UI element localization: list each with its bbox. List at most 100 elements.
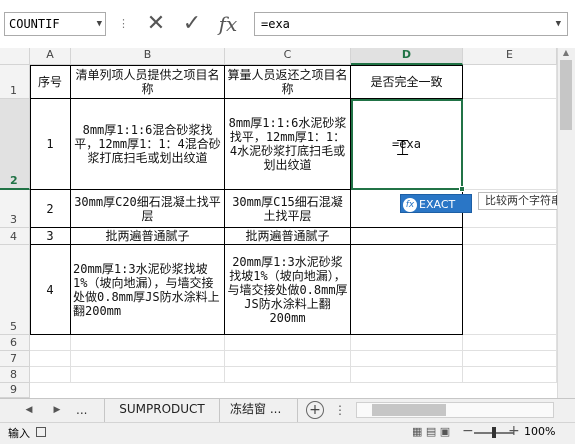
cell-c5[interactable]: 20mm厚1:3水泥砂浆找坡1%（坡向地漏），与墙交接处做0.8mm厚JS防水涂… bbox=[225, 245, 351, 335]
zoom-in-icon[interactable]: + bbox=[508, 423, 520, 439]
add-sheet-button[interactable]: + bbox=[306, 401, 324, 419]
tab-more-left[interactable]: ... bbox=[76, 398, 100, 422]
sheet-tab-sumproduct[interactable]: SUMPRODUCT bbox=[104, 398, 220, 422]
fill-handle[interactable] bbox=[459, 186, 465, 192]
row-header-9[interactable]: 9 bbox=[0, 383, 30, 398]
zoom-level[interactable]: 100% bbox=[524, 425, 555, 438]
row-header-5[interactable]: 5 bbox=[0, 245, 30, 335]
function-icon: fx bbox=[403, 198, 417, 212]
autocomplete-suggestion[interactable]: fx EXACT bbox=[400, 194, 472, 213]
header-cell-index[interactable]: 序号 bbox=[30, 65, 71, 99]
return-item-text: 30mm厚C15细石混凝土找平层 bbox=[232, 194, 343, 223]
scroll-up-icon[interactable]: ▲ bbox=[560, 48, 572, 58]
cell-a6[interactable] bbox=[30, 335, 71, 351]
cell-b6[interactable] bbox=[71, 335, 225, 351]
vertical-scroll-thumb[interactable] bbox=[560, 60, 572, 130]
cancel-entry-button[interactable]: ✕ bbox=[142, 10, 170, 38]
cell-d4[interactable] bbox=[351, 228, 463, 245]
name-box[interactable]: COUNTIF ▼ bbox=[4, 12, 106, 36]
autocomplete-suggestion-text: EXACT bbox=[419, 198, 456, 211]
column-header-d[interactable]: D bbox=[351, 48, 463, 65]
sheet-tab-freeze[interactable]: 冻结窗 ... bbox=[222, 398, 298, 422]
cell-e8[interactable] bbox=[463, 367, 557, 383]
cell-d8[interactable] bbox=[351, 367, 463, 383]
row-header-8[interactable]: 8 bbox=[0, 367, 30, 383]
cell-e7[interactable] bbox=[463, 351, 557, 367]
row-number-text: 4 bbox=[46, 282, 54, 297]
tab-options-icon[interactable]: ⋮ bbox=[334, 398, 346, 422]
column-header-a[interactable]: A bbox=[30, 48, 71, 65]
list-item-text: 8mm厚1:1:6混合砂浆找平，12mm厚1：1：4混合砂浆打底扫毛或划出纹道 bbox=[74, 123, 221, 165]
cell-c6[interactable] bbox=[225, 335, 351, 351]
cell-a8[interactable] bbox=[30, 367, 71, 383]
expand-formula-icon[interactable]: ▼ bbox=[556, 13, 561, 35]
view-buttons-icon[interactable]: ▦ ▤ ▣ bbox=[412, 425, 450, 438]
cell-c3[interactable]: 30mm厚C15细石混凝土找平层 bbox=[225, 190, 351, 228]
record-macro-icon[interactable] bbox=[36, 427, 46, 437]
tab-scroll-left-icon[interactable]: ◀ bbox=[20, 398, 38, 422]
return-item-text: 8mm厚1:1:6水泥砂浆找平，12mm厚1：1：4水泥砂浆打底扫毛或划出纹道 bbox=[228, 116, 347, 172]
column-header-b[interactable]: B bbox=[71, 48, 225, 65]
cell-e4[interactable] bbox=[463, 228, 557, 245]
cell-b3[interactable]: 30mm厚C20细石混凝土找平层 bbox=[71, 190, 225, 228]
cell-b7[interactable] bbox=[71, 351, 225, 367]
cell-a4[interactable]: 3 bbox=[30, 228, 71, 245]
text-cursor-icon: ⌶ bbox=[396, 136, 410, 161]
cell-a2[interactable]: 1 bbox=[30, 99, 71, 190]
cell-c8[interactable] bbox=[225, 367, 351, 383]
cell-e1[interactable] bbox=[463, 65, 557, 99]
return-item-text: 批两遍普通腻子 bbox=[245, 229, 330, 243]
row-header-2[interactable]: 2 bbox=[0, 99, 30, 190]
insert-function-button[interactable]: fx bbox=[214, 10, 242, 38]
row-header-3[interactable]: 3 bbox=[0, 190, 30, 228]
cell-d6[interactable] bbox=[351, 335, 463, 351]
name-box-value: COUNTIF bbox=[9, 17, 60, 31]
cell-b2[interactable]: 8mm厚1:1:6混合砂浆找平，12mm厚1：1：4混合砂浆打底扫毛或划出纹道 bbox=[71, 99, 225, 190]
header-match-text: 是否完全一致 bbox=[370, 74, 443, 89]
row-header-4[interactable]: 4 bbox=[0, 228, 30, 245]
cell-e6[interactable] bbox=[463, 335, 557, 351]
cell-a3[interactable]: 2 bbox=[30, 190, 71, 228]
cell-e2[interactable] bbox=[463, 99, 557, 190]
cell-a5[interactable]: 4 bbox=[30, 245, 71, 335]
zoom-slider-knob[interactable] bbox=[492, 427, 496, 438]
column-header-e[interactable]: E bbox=[463, 48, 557, 65]
cell-b5[interactable]: 20mm厚1:3水泥砂浆找坡1%（坡向地漏），与墙交接处做0.8mm厚JS防水涂… bbox=[71, 245, 225, 335]
column-header-c[interactable]: C bbox=[225, 48, 351, 65]
select-all-corner[interactable] bbox=[0, 48, 30, 65]
row-header-1[interactable]: 1 bbox=[0, 65, 30, 99]
cell-c2[interactable]: 8mm厚1:1:6水泥砂浆找平，12mm厚1：1：4水泥砂浆打底扫毛或划出纹道 bbox=[225, 99, 351, 190]
row-number-text: 1 bbox=[46, 137, 54, 151]
cell-c4[interactable]: 批两遍普通腻子 bbox=[225, 228, 351, 245]
formula-text: =exa bbox=[261, 17, 290, 31]
tab-scroll-right-icon[interactable]: ▶ bbox=[48, 398, 66, 422]
formula-bar-grip-icon: ⋮ bbox=[118, 17, 129, 30]
list-item-text: 30mm厚C20细石混凝土找平层 bbox=[74, 194, 221, 223]
row-number-text: 2 bbox=[46, 201, 54, 216]
row-header-6[interactable]: 6 bbox=[0, 335, 30, 351]
row-header-7[interactable]: 7 bbox=[0, 351, 30, 367]
header-list-name-text: 清单列项人员提供之项目名称 bbox=[75, 67, 220, 96]
header-index-text: 序号 bbox=[37, 74, 62, 89]
sheet-tab-freeze-label: 冻结窗 bbox=[230, 402, 267, 416]
cell-c7[interactable] bbox=[225, 351, 351, 367]
header-cell-list-name[interactable]: 清单列项人员提供之项目名称 bbox=[71, 65, 225, 99]
confirm-entry-button[interactable]: ✓ bbox=[178, 10, 206, 38]
return-item-text: 20mm厚1:3水泥砂浆找坡1%（坡向地漏），与墙交接处做0.8mm厚JS防水涂… bbox=[227, 254, 348, 325]
formula-input[interactable]: =exa ▼ bbox=[254, 12, 568, 36]
header-cell-match[interactable]: 是否完全一致 bbox=[351, 65, 463, 99]
horizontal-scroll-thumb[interactable] bbox=[372, 404, 446, 416]
cell-b4[interactable]: 批两遍普通腻子 bbox=[71, 228, 225, 245]
cell-d7[interactable] bbox=[351, 351, 463, 367]
header-cell-return-name[interactable]: 算量人员返还之项目名称 bbox=[225, 65, 351, 99]
zoom-out-icon[interactable]: − bbox=[462, 423, 474, 439]
status-mode: 输入 bbox=[8, 427, 30, 440]
cell-e5[interactable] bbox=[463, 245, 557, 335]
chevron-down-icon[interactable]: ▼ bbox=[97, 13, 102, 35]
cell-b8[interactable] bbox=[71, 367, 225, 383]
header-return-name-text: 算量人员返还之项目名称 bbox=[227, 67, 348, 96]
cell-a7[interactable] bbox=[30, 351, 71, 367]
list-item-text: 批两遍普通腻子 bbox=[105, 229, 190, 243]
cell-d5[interactable] bbox=[351, 245, 463, 335]
list-item-text: 20mm厚1:3水泥砂浆找坡1%（坡向地漏），与墙交接处做0.8mm厚JS防水涂… bbox=[73, 261, 220, 318]
